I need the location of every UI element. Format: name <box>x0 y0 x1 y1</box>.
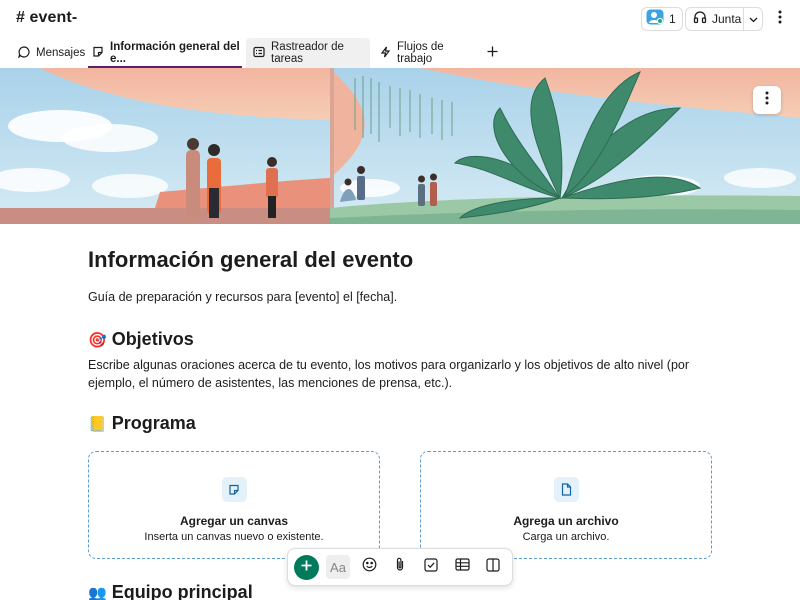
tab-mensajes[interactable]: Mensajes <box>17 38 85 68</box>
columns-icon <box>486 557 500 577</box>
objectives-heading[interactable]: 🎯 Objetivos <box>88 329 194 350</box>
tab-label: Información general del e... <box>110 41 240 65</box>
heading-text: Programa <box>111 413 196 433</box>
huddle-options-button[interactable] <box>744 8 762 30</box>
huddle-label: Junta <box>712 12 742 26</box>
tab-rastreador[interactable]: Rastreador de tareas <box>246 38 370 68</box>
plus-icon <box>301 558 312 576</box>
card-description: Inserta un canvas nuevo o existente. <box>144 531 324 543</box>
channel-more-button[interactable] <box>772 9 788 29</box>
objectives-text[interactable]: Escribe algunas oraciones acerca de tu e… <box>88 356 718 392</box>
list-icon <box>253 46 265 61</box>
channel-tabs: Mensajes Información general del e... Ra… <box>0 38 800 68</box>
target-emoji-icon: 🎯 <box>88 331 107 349</box>
canvas-icon <box>221 477 247 502</box>
heading-text: Objetivos <box>111 329 194 349</box>
banner-illustration <box>0 68 800 224</box>
tab-label: Mensajes <box>36 47 86 59</box>
members-icon <box>646 9 664 30</box>
card-title: Agregar un canvas <box>179 514 289 528</box>
workflow-icon <box>380 46 391 61</box>
attach-button[interactable] <box>388 555 412 579</box>
members-button[interactable]: 1 <box>641 7 683 31</box>
tab-canvas[interactable]: Información general del e... <box>88 38 242 68</box>
heading-text: Equipo principal <box>111 582 253 600</box>
checklist-button[interactable] <box>419 555 443 579</box>
canvas-toolbar: Aa <box>287 548 513 586</box>
headphones-icon <box>693 10 707 29</box>
table-button[interactable] <box>450 555 474 579</box>
notebook-emoji-icon: 📒 <box>88 415 107 433</box>
add-file-card[interactable]: Agrega un archivo Carga un archivo. <box>420 451 712 559</box>
columns-button[interactable] <box>481 555 505 579</box>
add-canvas-card[interactable]: Agregar un canvas Inserta un canvas nuev… <box>88 451 380 559</box>
plus-icon <box>487 44 498 62</box>
vertical-ellipsis-icon <box>765 91 769 110</box>
add-tab-button[interactable] <box>484 45 500 61</box>
tab-label: Flujos de trabajo <box>397 41 444 65</box>
vertical-ellipsis-icon <box>778 10 782 29</box>
emoji-button[interactable] <box>357 555 381 579</box>
paperclip-icon <box>394 557 406 577</box>
program-heading[interactable]: 📒 Programa <box>88 413 196 434</box>
page-title[interactable]: Información general del evento <box>88 247 413 273</box>
text-format-button[interactable]: Aa <box>326 555 350 579</box>
tab-flujos[interactable]: Flujos de trabajo <box>380 38 474 68</box>
channel-title[interactable]: # event- <box>16 9 77 27</box>
table-icon <box>454 558 470 576</box>
card-title: Agrega un archivo <box>513 514 619 528</box>
canvas-banner-image <box>0 68 800 224</box>
huddle-button[interactable]: Junta <box>686 8 744 30</box>
chevron-down-icon <box>749 10 758 28</box>
people-emoji-icon: 👥 <box>88 584 107 600</box>
member-count: 1 <box>669 12 676 26</box>
canvas-icon <box>92 46 104 61</box>
file-icon <box>553 477 579 502</box>
banner-more-button[interactable] <box>753 86 781 114</box>
insert-button[interactable] <box>294 554 319 580</box>
tab-label: Rastreador de tareas <box>271 41 344 65</box>
page-subtitle[interactable]: Guía de preparación y recursos para [eve… <box>88 290 397 304</box>
smiley-icon <box>362 557 377 577</box>
message-icon <box>17 45 30 61</box>
team-heading[interactable]: 👥 Equipo principal <box>88 582 253 600</box>
huddle-button-group: Junta <box>685 7 763 31</box>
checkbox-icon <box>424 557 438 577</box>
channel-header: # event- 1 Junta <box>0 0 800 38</box>
card-description: Carga un archivo. <box>522 531 610 543</box>
